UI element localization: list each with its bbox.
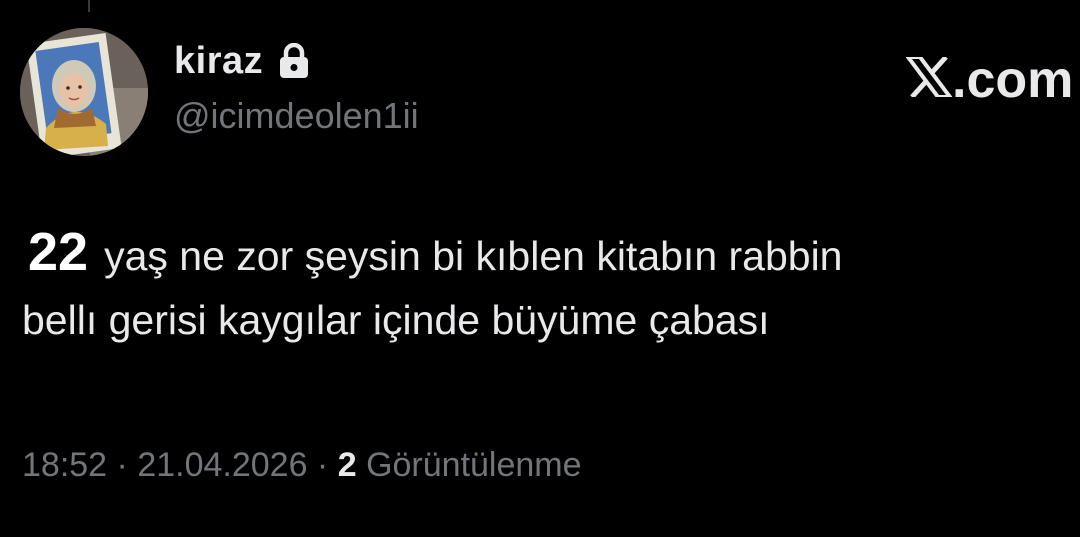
tweet-text: 22 yaş ne zor şeysin bi kıblen kitabın ra… <box>22 220 1062 352</box>
tweet-line-1-text: yaş ne zor şeysin bi kıblen kitabın rabb… <box>104 233 843 279</box>
tweet-date[interactable]: 21.04.2026 <box>137 446 307 484</box>
meta-separator: · <box>107 446 138 484</box>
tweet-line-2: bellı gerisi kaygılar içinde büyüme çaba… <box>22 297 770 343</box>
author-handle[interactable]: @icimdeolen1ii <box>174 98 419 134</box>
tweet-time[interactable]: 18:52 <box>22 446 107 484</box>
watermark-suffix: .com <box>952 51 1074 109</box>
meta-separator: · <box>307 446 338 484</box>
views-label: Görüntülenme <box>356 446 582 484</box>
tweet-line-1: 22 yaş ne zor şeysin bi kıblen kitabın ra… <box>22 220 1062 288</box>
lock-icon <box>279 43 309 79</box>
x-com-watermark: .com <box>906 54 1073 106</box>
tweet-number: 22 <box>28 222 89 282</box>
avatar[interactable] <box>20 28 148 156</box>
x-logo-icon <box>906 57 952 97</box>
views-count[interactable]: 2 <box>338 446 357 484</box>
author-display-name-row[interactable]: kiraz <box>174 42 309 80</box>
top-divider-tick <box>88 0 90 12</box>
tweet-meta: 18:52 · 21.04.2026 · 2 Görüntülenme <box>22 448 582 482</box>
author-display-name[interactable]: kiraz <box>174 42 263 80</box>
